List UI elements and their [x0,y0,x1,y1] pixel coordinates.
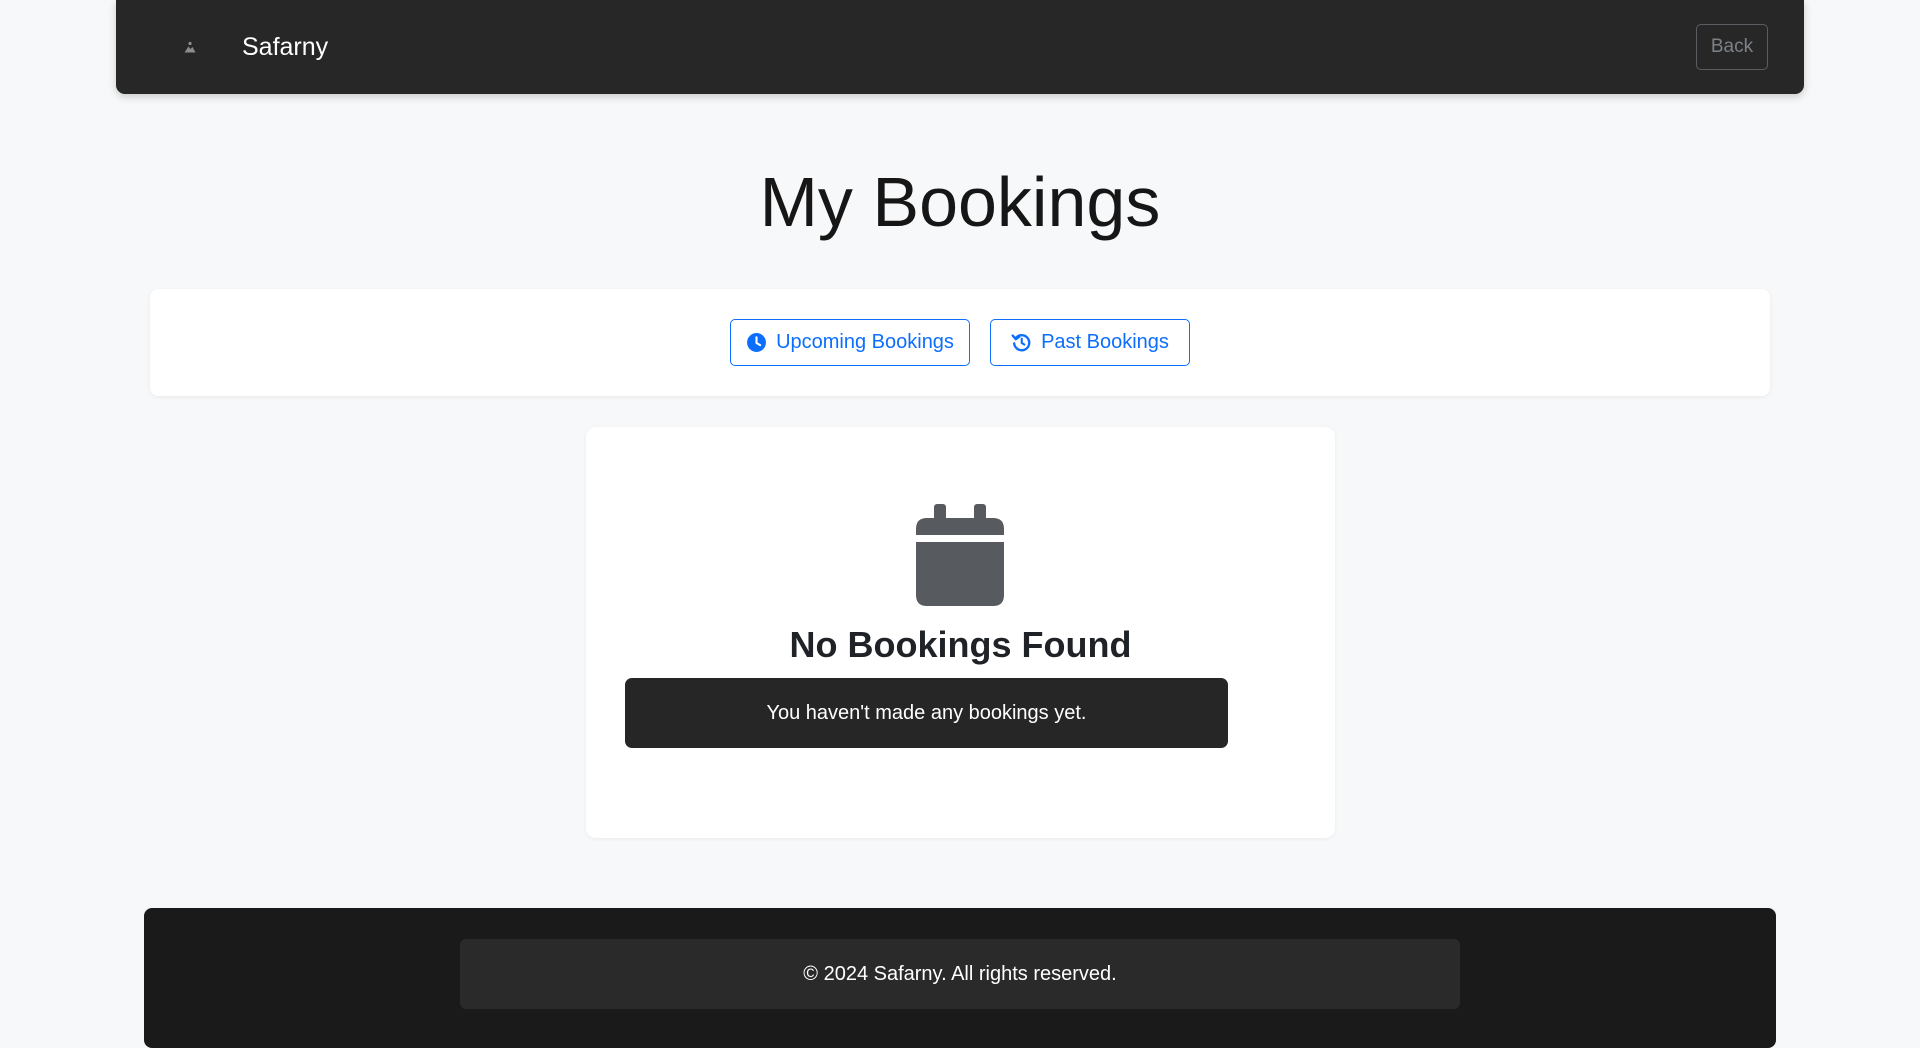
tab-upcoming-label: Upcoming Bookings [776,331,954,353]
top-navbar: Safarny Back [116,0,1804,94]
clock-icon [746,332,767,353]
empty-state-card: No Bookings Found You haven't made any b… [586,427,1335,838]
calendar-icon [916,504,1004,606]
tab-upcoming-bookings[interactable]: Upcoming Bookings [730,319,970,366]
mountain-logo-icon[interactable] [180,37,200,57]
back-button[interactable]: Back [1696,24,1768,70]
footer-copyright: © 2024 Safarny. All rights reserved. [460,939,1460,1009]
brand-name[interactable]: Safarny [242,32,328,62]
booking-tabs-card: Upcoming Bookings Past Bookings [150,289,1770,396]
footer: © 2024 Safarny. All rights reserved. [144,908,1776,1048]
empty-state-title: No Bookings Found [789,624,1132,665]
tab-past-label: Past Bookings [1041,331,1169,353]
history-icon [1011,332,1032,353]
page-title: My Bookings [759,163,1161,241]
empty-state-message: You haven't made any bookings yet. [625,678,1228,748]
tab-past-bookings[interactable]: Past Bookings [990,319,1190,366]
